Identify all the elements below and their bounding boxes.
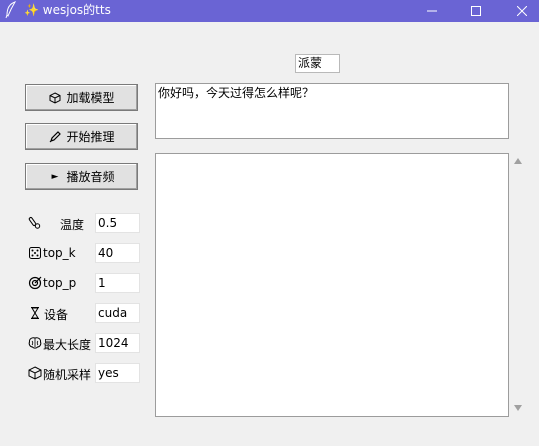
minimize-icon — [427, 10, 437, 12]
play-audio-button[interactable]: ► 播放音频 — [25, 163, 138, 190]
param-label-random-sampling: 随机采样 — [43, 368, 92, 382]
play-triangle-icon: ► — [51, 171, 59, 182]
param-label-temperature: 温度 — [60, 218, 85, 232]
input-text-content: 你好吗，今天过得怎么样呢？ — [158, 86, 315, 100]
brain-icon — [28, 336, 42, 350]
close-button[interactable] — [499, 0, 539, 22]
box-icon — [28, 366, 42, 380]
play-audio-label: 播放音频 — [66, 170, 115, 184]
sparkle-icon: ✨ — [24, 3, 39, 17]
start-inference-label: 开始推理 — [66, 130, 115, 144]
title-bar[interactable]: ✨ wesjos的tts — [0, 0, 539, 22]
max-length-input[interactable]: 1024 — [95, 333, 140, 353]
param-label-top-k: top_k — [43, 246, 76, 260]
param-label-device: 设备 — [44, 308, 69, 322]
maximize-button[interactable] — [453, 0, 499, 22]
temperature-input[interactable]: 0.5 — [95, 213, 140, 233]
scroll-up-arrow-icon[interactable] — [513, 157, 523, 165]
load-model-label: 加载模型 — [66, 91, 115, 105]
load-model-button[interactable]: 加载模型 — [25, 84, 138, 111]
thermometer-icon — [28, 216, 42, 230]
pencil-icon — [48, 130, 61, 143]
device-input[interactable]: cuda — [95, 303, 140, 323]
maximize-icon — [471, 6, 481, 16]
dice-icon — [28, 246, 42, 260]
minimize-button[interactable] — [409, 0, 455, 22]
close-icon — [517, 6, 527, 16]
scroll-down-arrow-icon[interactable] — [513, 404, 523, 412]
start-inference-button[interactable]: 开始推理 — [25, 123, 138, 150]
output-text-area[interactable] — [155, 153, 509, 417]
feather-icon — [5, 1, 17, 19]
window-title: ✨ wesjos的tts — [24, 3, 111, 17]
param-label-top-p: top_p — [43, 276, 77, 290]
hourglass-icon — [28, 306, 42, 320]
cube-icon — [48, 91, 61, 104]
top-p-input[interactable]: 1 — [95, 273, 140, 293]
input-text-area[interactable]: 你好吗，今天过得怎么样呢？ — [155, 83, 509, 139]
param-label-max-length: 最大长度 — [43, 338, 92, 352]
window-title-text: wesjos的tts — [42, 3, 111, 17]
top-k-input[interactable]: 40 — [95, 243, 140, 263]
target-icon — [28, 276, 42, 290]
random-sampling-input[interactable]: yes — [95, 363, 140, 383]
output-scrollbar[interactable] — [509, 153, 527, 417]
speaker-input[interactable]: 派蒙 — [295, 54, 340, 73]
